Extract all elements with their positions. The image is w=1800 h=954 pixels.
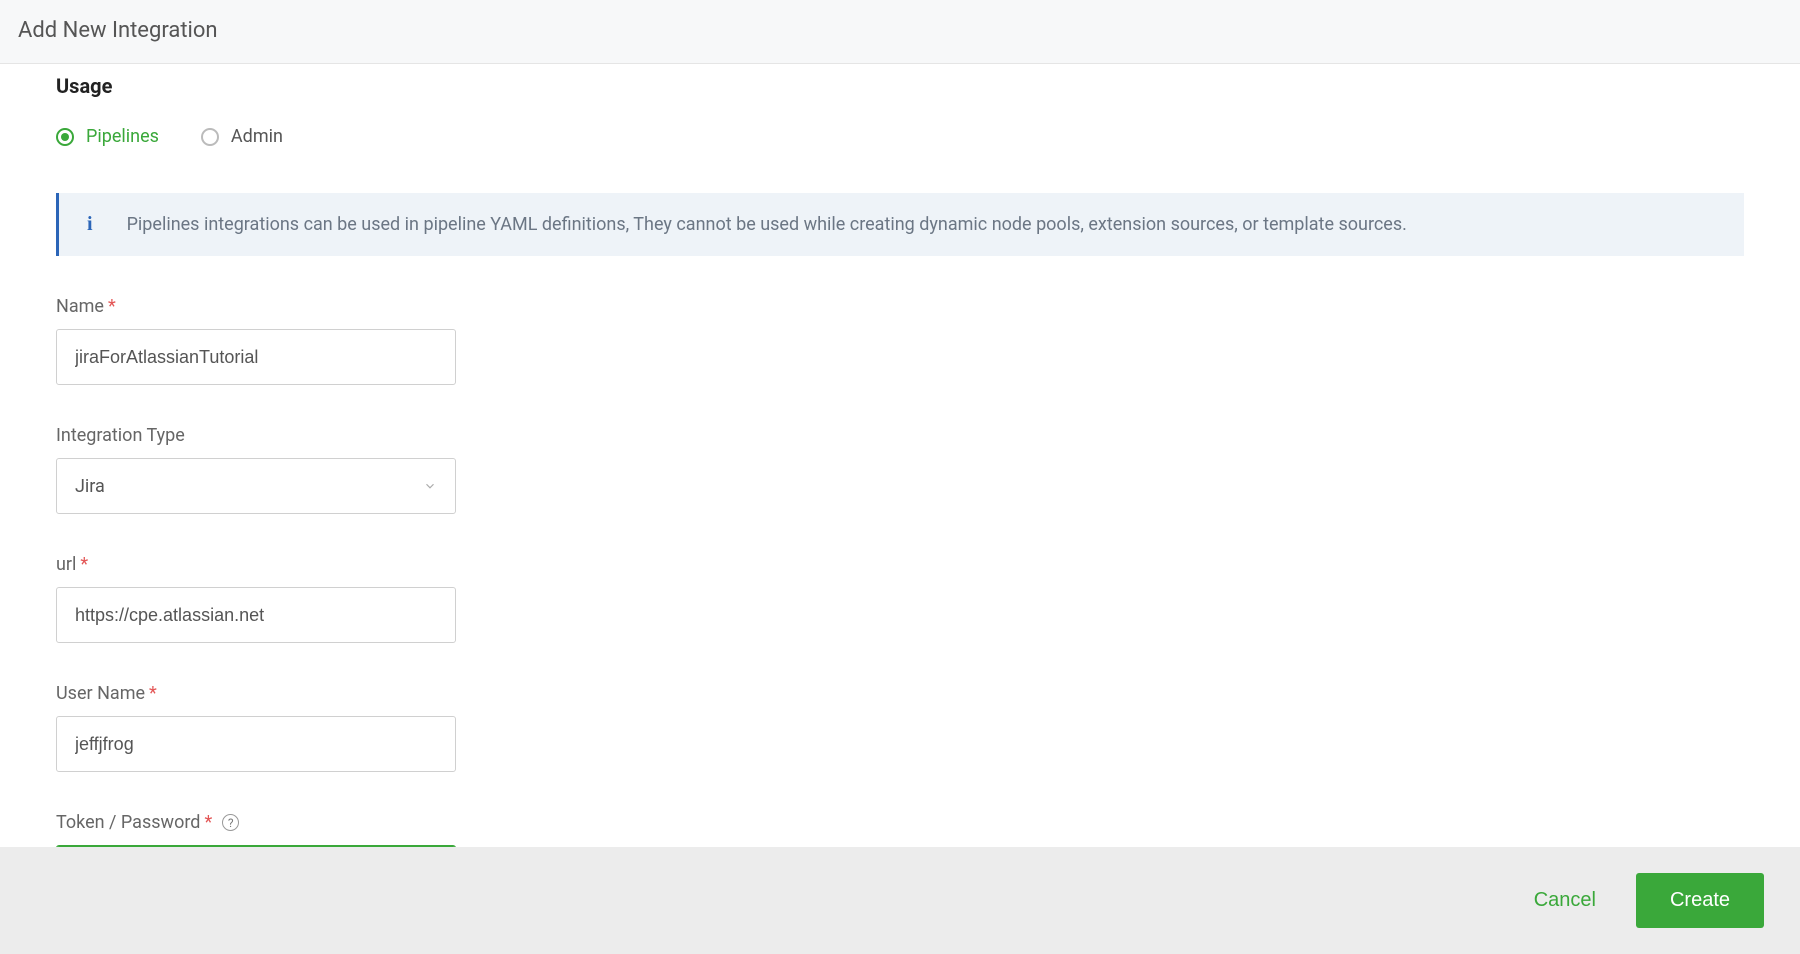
dialog-header: Add New Integration bbox=[0, 0, 1800, 64]
usage-radio-pipelines[interactable]: Pipelines bbox=[56, 126, 159, 147]
info-banner-text: Pipelines integrations can be used in pi… bbox=[127, 214, 1407, 235]
usage-radio-admin[interactable]: Admin bbox=[201, 126, 283, 147]
cancel-button[interactable]: Cancel bbox=[1528, 888, 1602, 913]
user-name-input[interactable] bbox=[56, 716, 456, 772]
field-name: Name* bbox=[56, 296, 1744, 385]
required-asterisk: * bbox=[149, 683, 157, 704]
field-label: User Name* bbox=[56, 683, 1744, 704]
info-icon: i bbox=[87, 213, 93, 236]
field-user-name: User Name* bbox=[56, 683, 1744, 772]
label-text: User Name bbox=[56, 683, 145, 704]
add-integration-dialog: Add New Integration Usage Pipelines Admi… bbox=[0, 0, 1800, 954]
usage-section-label: Usage bbox=[56, 74, 1744, 98]
field-url: url* bbox=[56, 554, 1744, 643]
field-label: Token / Password* ? bbox=[56, 812, 1744, 833]
usage-radio-label: Pipelines bbox=[86, 126, 159, 147]
required-asterisk: * bbox=[108, 296, 116, 317]
url-input[interactable] bbox=[56, 587, 456, 643]
radio-icon bbox=[201, 128, 219, 146]
dialog-title: Add New Integration bbox=[18, 18, 1782, 43]
dialog-footer: Cancel Create bbox=[0, 847, 1800, 954]
dialog-body: Usage Pipelines Admin i Pipelines integr… bbox=[0, 64, 1800, 847]
select-value: Jira bbox=[75, 476, 105, 497]
integration-type-select[interactable]: Jira bbox=[56, 458, 456, 514]
name-input[interactable] bbox=[56, 329, 456, 385]
required-asterisk: * bbox=[204, 812, 212, 833]
field-label: Integration Type bbox=[56, 425, 1744, 446]
usage-radio-label: Admin bbox=[231, 126, 283, 147]
label-text: Token / Password bbox=[56, 812, 200, 833]
help-icon[interactable]: ? bbox=[222, 814, 239, 831]
label-text: Name bbox=[56, 296, 104, 317]
required-asterisk: * bbox=[80, 554, 88, 575]
label-text: url bbox=[56, 554, 76, 575]
field-token-password: Token / Password* ? bbox=[56, 812, 1744, 847]
info-banner: i Pipelines integrations can be used in … bbox=[56, 193, 1744, 256]
radio-icon bbox=[56, 128, 74, 146]
field-integration-type: Integration Type Jira bbox=[56, 425, 1744, 514]
create-button[interactable]: Create bbox=[1636, 873, 1764, 928]
label-text: Integration Type bbox=[56, 425, 185, 446]
field-label: Name* bbox=[56, 296, 1744, 317]
token-password-input[interactable] bbox=[56, 845, 456, 847]
chevron-down-icon bbox=[423, 479, 437, 493]
usage-radio-group: Pipelines Admin bbox=[56, 126, 1744, 147]
field-label: url* bbox=[56, 554, 1744, 575]
